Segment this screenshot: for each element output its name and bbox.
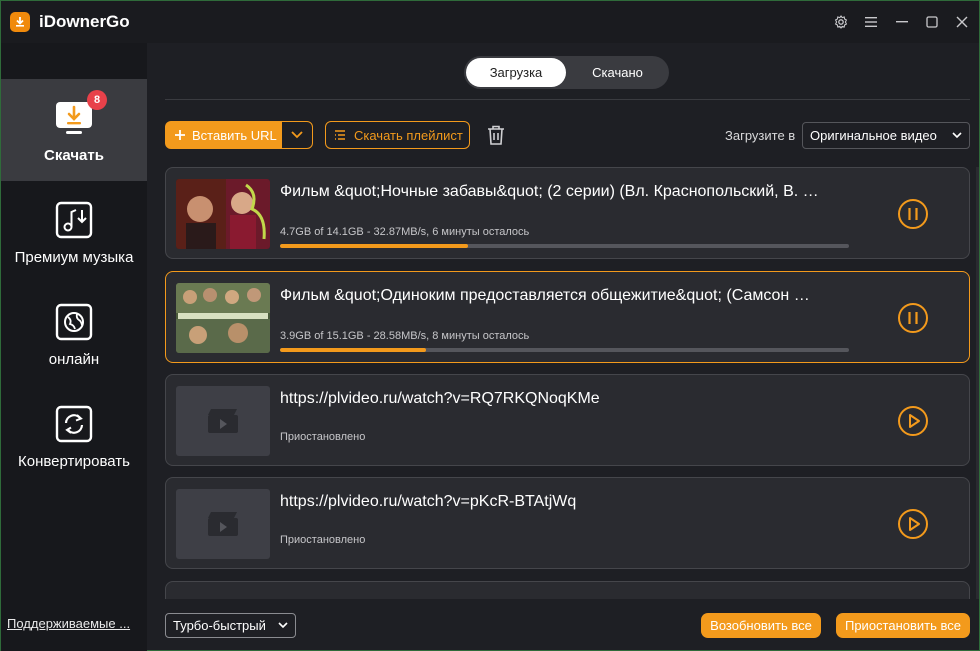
download-count-badge: 8: [87, 90, 107, 110]
speed-mode-value: Турбо-быстрый: [173, 618, 266, 633]
download-item[interactable]: https://plvideo.ru/watch?v=RQ7RKQNoqKMe …: [165, 374, 970, 466]
globe-icon: [54, 302, 94, 342]
download-tabs: Загрузка Скачано: [464, 56, 669, 89]
chevron-down-icon: [291, 131, 303, 139]
app-title: iDownerGo: [39, 12, 130, 31]
playlist-icon: [335, 130, 345, 140]
download-title: Фильм &quot;Ночные забавы&quot; (2 серии…: [280, 183, 820, 200]
download-progress-fill: [280, 244, 468, 248]
download-in-label: Загрузите в: [725, 128, 796, 143]
download-status: 3.9GB of 15.1GB - 28.58MB/s, 8 минуты ос…: [280, 330, 530, 342]
download-progress-bar: [280, 348, 849, 352]
video-placeholder-icon: [176, 386, 270, 456]
speed-mode-select[interactable]: Турбо-быстрый: [165, 613, 296, 638]
music-download-icon: [54, 200, 94, 240]
download-item[interactable]: https://plvideo.ru/watch?v=pKcR-BTAtjWq …: [165, 477, 970, 569]
download-status: 4.7GB of 14.1GB - 32.87MB/s, 6 минуты ос…: [280, 226, 530, 238]
sidebar-item-online[interactable]: онлайн: [1, 283, 147, 385]
convert-icon: [54, 404, 94, 444]
pause-icon[interactable]: [897, 302, 929, 334]
play-resume-icon[interactable]: [897, 405, 929, 437]
download-progress-fill: [280, 348, 427, 352]
tab-downloading[interactable]: Загрузка: [466, 58, 566, 87]
sidebar: 8 Скачать Премиум музыка онлайн Конверти…: [1, 43, 147, 651]
download-list: Фильм &quot;Ночные забавы&quot; (2 серии…: [165, 167, 970, 599]
download-title: Фильм &quot;Одиноким предоставляется общ…: [280, 287, 820, 304]
paste-url-label: Вставить URL: [192, 127, 277, 143]
download-item[interactable]: Фильм &quot;Одиноким предоставляется общ…: [165, 271, 970, 363]
menu-icon[interactable]: [861, 12, 881, 32]
chevron-down-icon: [952, 132, 962, 139]
app-logo-icon: [10, 12, 30, 32]
trash-icon[interactable]: [485, 123, 507, 147]
download-progress-bar: [280, 244, 849, 248]
sidebar-item-label: Скачать: [44, 147, 104, 164]
chevron-down-icon: [278, 622, 288, 629]
download-title: https://plvideo.ru/watch?v=pKcR-BTAtjWq: [280, 493, 577, 510]
sidebar-item-label: онлайн: [48, 351, 100, 368]
download-title: https://plvideo.ru/watch?v=RQ7RKQNoqKMe: [280, 390, 600, 407]
sidebar-item-download[interactable]: 8 Скачать: [1, 79, 147, 181]
sidebar-item-convert[interactable]: Конвертировать: [1, 385, 147, 487]
sidebar-item-label: Премиум музыка: [14, 249, 134, 266]
download-playlist-button[interactable]: Скачать плейлист: [325, 121, 470, 149]
maximize-icon[interactable]: [922, 12, 942, 32]
paste-url-dropdown[interactable]: [281, 121, 313, 149]
download-status: Приостановлено: [280, 534, 366, 546]
play-resume-icon[interactable]: [897, 508, 929, 540]
download-playlist-label: Скачать плейлист: [354, 127, 463, 143]
paste-url-button[interactable]: Вставить URL: [165, 121, 281, 149]
resume-all-button[interactable]: Возобновить все: [701, 613, 821, 638]
settings-gear-icon[interactable]: [831, 12, 851, 32]
tab-downloaded[interactable]: Скачано: [568, 58, 667, 87]
download-monitor-icon: 8: [54, 90, 107, 138]
supported-sites-link[interactable]: Поддерживаемые ...: [7, 616, 141, 631]
app-window: iDownerGo 8 Скачать Премиум музыка онлай…: [0, 0, 980, 651]
video-thumbnail: [176, 283, 270, 353]
title-bar: iDownerGo: [1, 1, 979, 43]
pause-icon[interactable]: [897, 198, 929, 230]
close-icon[interactable]: [952, 12, 972, 32]
video-thumbnail: [176, 179, 270, 249]
divider: [165, 99, 970, 100]
download-item-partial: [165, 581, 970, 599]
list-scrollbar[interactable]: [976, 167, 979, 599]
sidebar-item-premium-music[interactable]: Премиум музыка: [1, 181, 147, 283]
minimize-icon[interactable]: [892, 12, 912, 32]
download-status: Приостановлено: [280, 431, 366, 443]
sidebar-item-label: Конвертировать: [18, 453, 130, 470]
download-item[interactable]: Фильм &quot;Ночные забавы&quot; (2 серии…: [165, 167, 970, 259]
plus-icon: [175, 130, 185, 140]
pause-all-button[interactable]: Приостановить все: [836, 613, 970, 638]
video-placeholder-icon: [176, 489, 270, 559]
output-format-select[interactable]: Оригинальное видео: [802, 122, 970, 149]
output-format-value: Оригинальное видео: [810, 128, 937, 143]
